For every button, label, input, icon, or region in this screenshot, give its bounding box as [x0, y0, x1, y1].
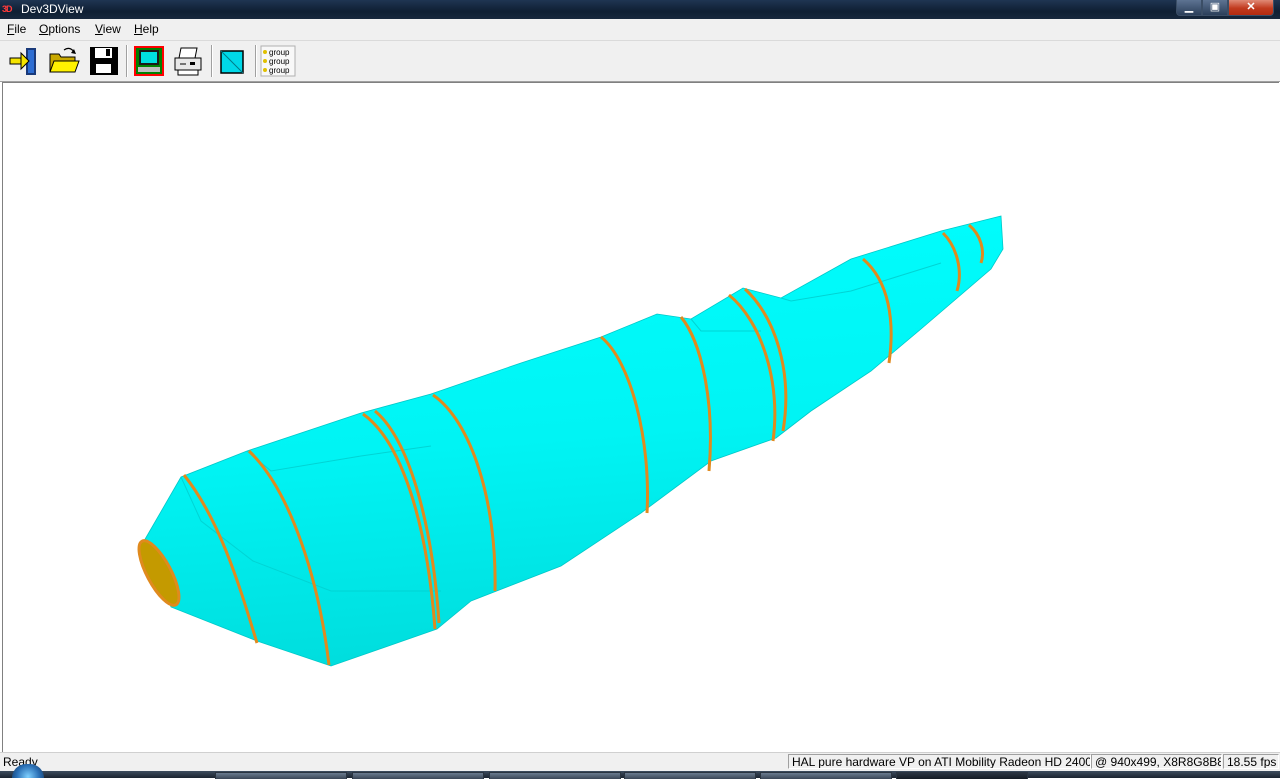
toolbar-separator — [211, 45, 212, 77]
menu-view[interactable]: View — [95, 22, 121, 37]
monitor-icon — [134, 46, 164, 76]
status-device: HAL pure hardware VP on ATI Mobility Rad… — [788, 754, 1091, 769]
status-fps: 18.55 fps — [1223, 754, 1279, 769]
printer-icon — [174, 47, 202, 76]
save-button[interactable] — [87, 44, 121, 78]
close-button[interactable]: ✕ — [1228, 0, 1274, 16]
menu-bar: File Options View Help — [0, 19, 1280, 41]
toolbar-separator — [255, 45, 256, 77]
print-button[interactable] — [171, 44, 205, 78]
exit-door-icon — [9, 48, 36, 75]
3d-model — [137, 215, 1004, 667]
window-title: Dev3DView — [21, 2, 84, 16]
menu-options[interactable]: Options — [39, 22, 80, 37]
open-folder-icon — [49, 47, 80, 73]
3d-viewport[interactable] — [2, 82, 1279, 752]
toolbar-separator — [126, 45, 127, 77]
status-bar: Ready HAL pure hardware VP on ATI Mobili… — [0, 752, 1280, 771]
app-icon: 3D — [2, 4, 13, 14]
group-label: group — [269, 57, 290, 66]
groups-button[interactable]: group group group — [260, 44, 296, 78]
group-label: group — [269, 48, 290, 57]
minimize-button[interactable]: ▁ — [1176, 0, 1202, 16]
status-mode: @ 940x499, X8R8G8B8 (D — [1091, 754, 1222, 769]
title-bar: 3D Dev3DView ▁ ▣ ✕ — [0, 0, 1280, 19]
display-button[interactable] — [132, 44, 166, 78]
floppy-disk-icon — [90, 47, 118, 75]
menu-file[interactable]: File — [7, 22, 26, 37]
open-button[interactable] — [47, 44, 81, 78]
group-list-icon: group group group — [260, 45, 296, 77]
menu-help[interactable]: Help — [134, 22, 159, 37]
group-label: group — [269, 66, 290, 75]
exit-button[interactable] — [7, 44, 41, 78]
color-button[interactable] — [216, 44, 250, 78]
window-controls: ▁ ▣ ✕ — [1176, 0, 1274, 16]
maximize-button[interactable]: ▣ — [1202, 0, 1228, 16]
toolbar: group group group — [0, 41, 1280, 82]
color-square-icon — [220, 50, 244, 74]
